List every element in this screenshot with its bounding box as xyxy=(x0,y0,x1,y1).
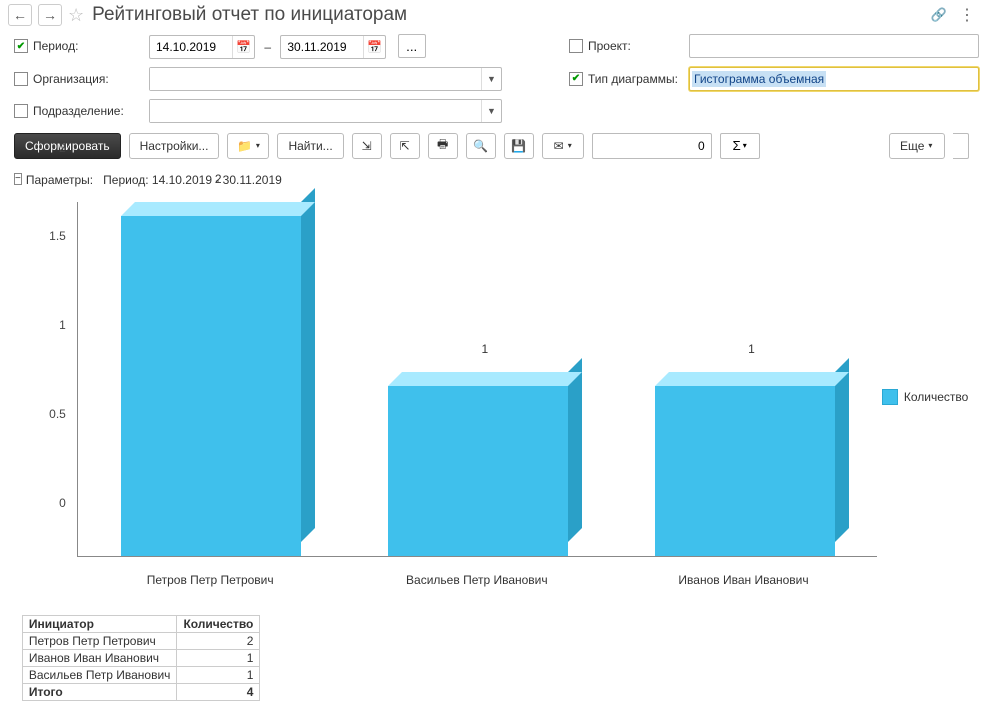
period-inputs: 📅 – 📅 ... xyxy=(149,34,549,59)
charttype-checkbox[interactable] xyxy=(569,72,583,86)
organization-label: Организация: xyxy=(14,72,149,86)
print-icon: 🖶 xyxy=(437,135,448,156)
cell-name: Петров Петр Петрович xyxy=(22,632,177,649)
charttype-input[interactable]: Гистограмма объемная xyxy=(689,67,979,91)
save-button[interactable]: 💾 xyxy=(504,133,534,159)
link-icon[interactable]: 🔗 xyxy=(931,7,947,23)
organization-field[interactable] xyxy=(150,68,481,90)
settings-button[interactable]: Настройки... xyxy=(129,133,220,159)
summary-table: ИнициаторКоличество Петров Петр Петрович… xyxy=(22,615,261,701)
cell-name: Иванов Иван Иванович xyxy=(22,649,177,666)
sum-button[interactable]: Σ▾ xyxy=(720,133,760,159)
calendar-icon[interactable]: 📅 xyxy=(363,36,385,58)
y-tick-label: 2 xyxy=(59,141,66,155)
numeric-input[interactable] xyxy=(592,133,712,159)
date-dash: – xyxy=(264,40,271,54)
chevron-down-icon[interactable]: ▼ xyxy=(481,68,501,90)
collapse-icon: ⇱ xyxy=(400,139,410,153)
organization-combo[interactable]: ▼ xyxy=(149,67,502,91)
y-tick-label: 0 xyxy=(59,496,66,510)
nav-back-button[interactable]: ← xyxy=(8,4,32,26)
variants-button[interactable]: 📁▾ xyxy=(227,133,269,159)
organization-checkbox[interactable] xyxy=(14,72,28,86)
table-header: Количество xyxy=(177,615,260,632)
calendar-icon[interactable]: 📅 xyxy=(232,36,254,58)
expand-groups-button[interactable]: ⇲ xyxy=(352,133,382,159)
chart-bar xyxy=(121,202,315,556)
print-button[interactable]: 🖶 xyxy=(428,133,458,159)
chevron-down-icon: ▾ xyxy=(256,141,260,150)
period-checkbox[interactable] xyxy=(14,39,28,53)
bar-value-label: 1 xyxy=(482,342,489,356)
date-to-input[interactable]: 📅 xyxy=(280,35,386,59)
arrow-left-icon: ← xyxy=(13,7,27,23)
collapse-tree-button[interactable]: − xyxy=(14,173,22,185)
collapse-groups-button[interactable]: ⇱ xyxy=(390,133,420,159)
chevron-down-icon: ▾ xyxy=(928,141,932,150)
chart-legend: Количество xyxy=(882,197,972,597)
charttype-value: Гистограмма объемная xyxy=(692,71,826,87)
date-from-field[interactable] xyxy=(150,40,232,54)
save-icon: 💾 xyxy=(511,139,526,153)
table-header: Инициатор xyxy=(22,615,177,632)
run-report-button[interactable]: Сформировать xyxy=(14,133,121,159)
cell-value: 1 xyxy=(177,666,260,683)
project-checkbox[interactable] xyxy=(569,39,583,53)
chart-bar xyxy=(388,372,582,556)
preview-button[interactable]: 🔍 xyxy=(466,133,496,159)
favorite-star-icon[interactable]: ☆ xyxy=(68,5,84,26)
sigma-icon: Σ xyxy=(733,138,741,153)
chevron-down-icon[interactable]: ▼ xyxy=(481,100,501,122)
find-button[interactable]: Найти... xyxy=(277,133,343,159)
chevron-down-icon: ▾ xyxy=(568,141,572,150)
chart-bar xyxy=(655,372,849,556)
bar-value-label: 2 xyxy=(215,172,222,186)
legend-label: Количество xyxy=(904,390,968,404)
email-icon: ✉ xyxy=(554,139,564,153)
y-tick-label: 0.5 xyxy=(49,407,66,421)
preview-icon: 🔍 xyxy=(473,139,488,153)
department-combo[interactable]: ▼ xyxy=(149,99,502,123)
page-title: Рейтинговый отчет по инициаторам xyxy=(92,4,407,26)
date-from-input[interactable]: 📅 xyxy=(149,35,255,59)
expand-icon: ⇲ xyxy=(362,139,372,153)
nav-forward-button[interactable]: → xyxy=(38,4,62,26)
chevron-down-icon: ▾ xyxy=(743,141,747,150)
table-total-row: Итого4 xyxy=(22,683,260,700)
parameters-line: Параметры: Период: 14.10.2019 - 30.11.20… xyxy=(22,169,972,197)
cell-value: 2 xyxy=(177,632,260,649)
y-tick-label: 1.5 xyxy=(49,229,66,243)
bar-chart: 00.511.52 211 Петров Петр ПетровичВасиль… xyxy=(22,197,882,597)
bar-value-label: 1 xyxy=(748,342,755,356)
project-label: Проект: xyxy=(569,39,689,53)
period-label: Период: xyxy=(14,39,149,53)
legend-swatch xyxy=(882,389,898,405)
date-to-field[interactable] xyxy=(281,40,363,54)
arrow-right-icon: → xyxy=(43,7,57,23)
kebab-menu-icon[interactable]: ⋮ xyxy=(959,5,975,25)
department-checkbox[interactable] xyxy=(14,104,28,118)
cell-value: 1 xyxy=(177,649,260,666)
period-ellipsis-button[interactable]: ... xyxy=(398,34,426,58)
department-field[interactable] xyxy=(150,100,481,122)
total-value: 4 xyxy=(177,683,260,700)
folder-icon: 📁 xyxy=(237,139,252,153)
department-label: Подразделение: xyxy=(14,104,149,118)
y-tick-label: 1 xyxy=(59,318,66,332)
x-axis-label: Иванов Иван Иванович xyxy=(610,573,877,587)
email-button[interactable]: ✉▾ xyxy=(542,133,584,159)
project-input[interactable] xyxy=(689,34,979,58)
total-label: Итого xyxy=(22,683,177,700)
cell-name: Васильев Петр Иванович xyxy=(22,666,177,683)
more-button[interactable]: Еще▾ xyxy=(889,133,945,159)
charttype-label: Тип диаграммы: xyxy=(569,72,689,86)
table-row: Васильев Петр Иванович1 xyxy=(22,666,260,683)
x-axis-label: Петров Петр Петрович xyxy=(77,573,344,587)
table-row: Петров Петр Петрович2 xyxy=(22,632,260,649)
help-button[interactable] xyxy=(953,133,969,159)
x-axis-label: Васильев Петр Иванович xyxy=(344,573,611,587)
table-row: Иванов Иван Иванович1 xyxy=(22,649,260,666)
